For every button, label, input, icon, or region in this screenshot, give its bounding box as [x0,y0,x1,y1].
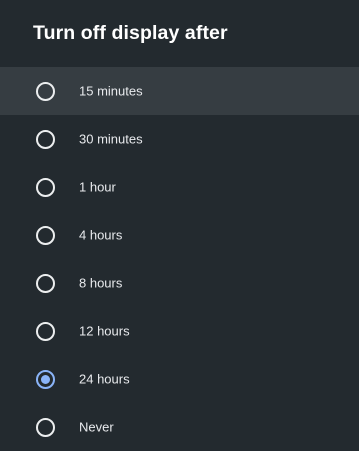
radio-unchecked-icon[interactable] [36,129,55,149]
dialog-title: Turn off display after [33,22,228,44]
option-label: 12 hours [79,323,130,339]
option-label: 24 hours [79,371,130,387]
radio-unchecked-icon[interactable] [36,177,55,197]
option-24-hours[interactable]: 24 hours [0,355,359,403]
option-15-minutes[interactable]: 15 minutes [0,67,359,115]
radio-unchecked-icon[interactable] [36,321,55,341]
option-12-hours[interactable]: 12 hours [0,307,359,355]
option-label: 15 minutes [79,83,143,99]
radio-checked-icon[interactable] [36,369,55,389]
option-1-hour[interactable]: 1 hour [0,163,359,211]
option-label: 30 minutes [79,131,143,147]
timeout-options-list: 15 minutes 30 minutes 1 hour 4 hours 8 h… [0,67,359,451]
option-never[interactable]: Never [0,403,359,451]
option-label: 8 hours [79,275,123,291]
radio-unchecked-icon[interactable] [36,225,55,245]
option-4-hours[interactable]: 4 hours [0,211,359,259]
option-label: Never [79,419,114,435]
radio-unchecked-icon[interactable] [36,273,55,293]
option-label: 4 hours [79,227,123,243]
option-8-hours[interactable]: 8 hours [0,259,359,307]
option-label: 1 hour [79,179,116,195]
display-timeout-dialog: Turn off display after 15 minutes 30 min… [0,0,359,445]
dialog-header: Turn off display after [0,0,359,67]
radio-unchecked-icon[interactable] [36,81,55,101]
radio-unchecked-icon[interactable] [36,417,55,437]
option-30-minutes[interactable]: 30 minutes [0,115,359,163]
